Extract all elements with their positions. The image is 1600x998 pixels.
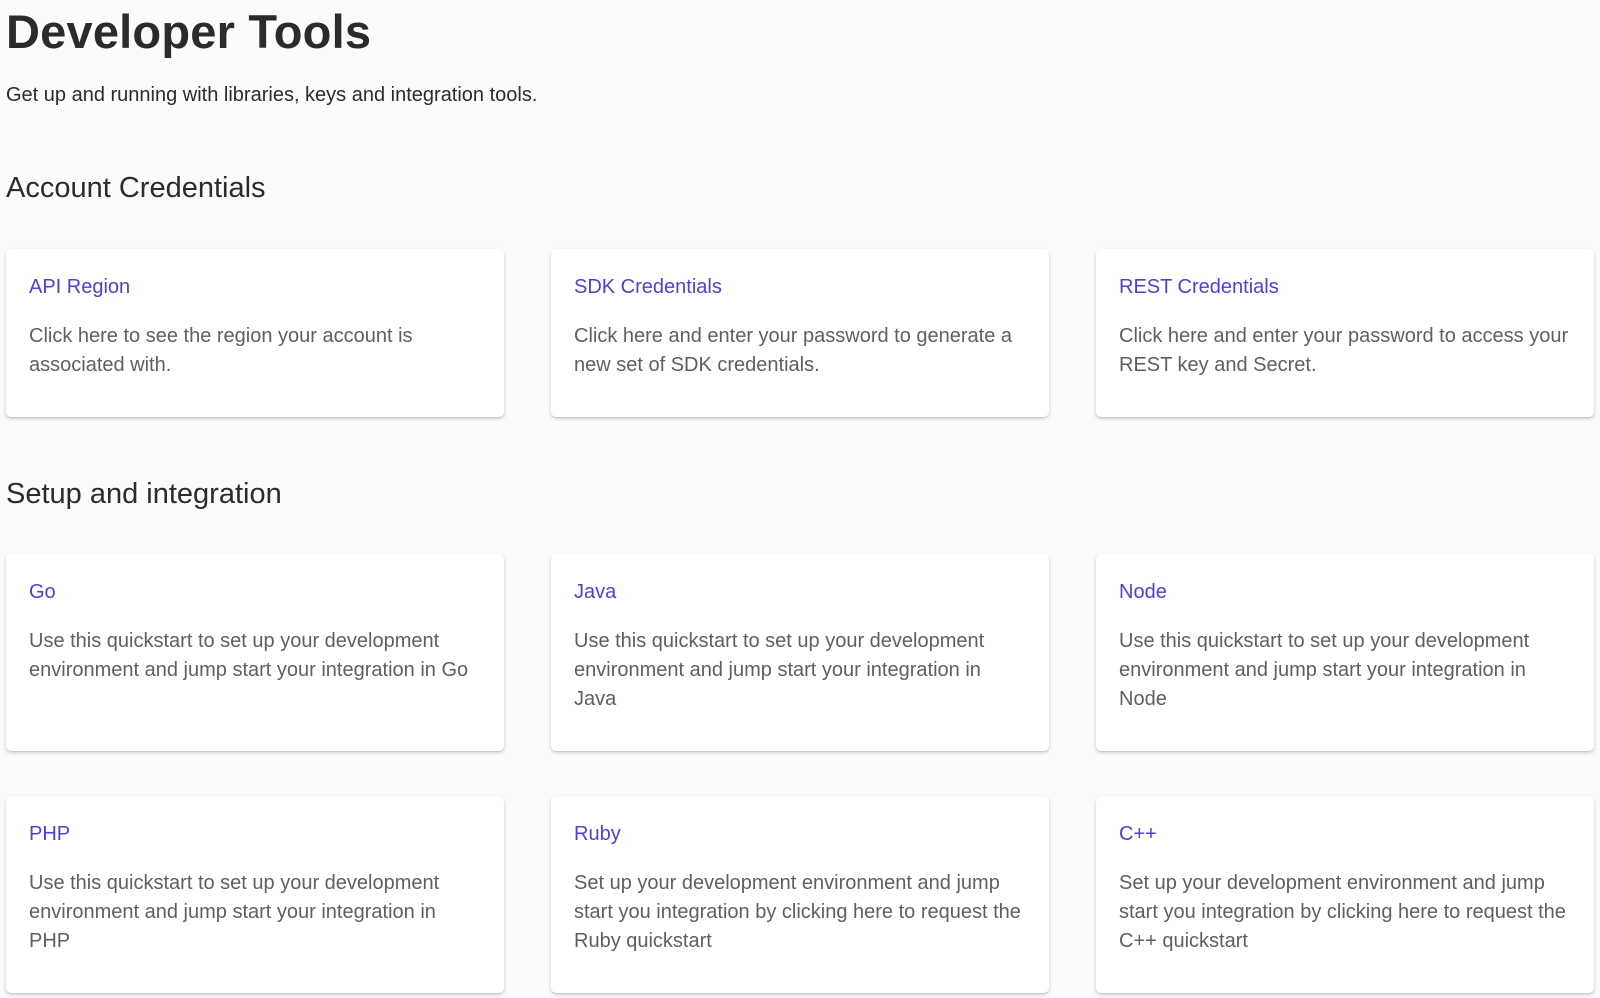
card-api-region[interactable]: API Region Click here to see the region … — [6, 249, 504, 417]
card-title-link[interactable]: SDK Credentials — [574, 274, 1025, 300]
card-title-link[interactable]: Go — [29, 579, 480, 605]
setup-integration-grid: Go Use this quickstart to set up your de… — [6, 554, 1594, 993]
card-node-quickstart[interactable]: Node Use this quickstart to set up your … — [1096, 554, 1594, 751]
section-title-account-credentials: Account Credentials — [6, 172, 266, 204]
card-ruby-quickstart[interactable]: Ruby Set up your development environment… — [551, 796, 1049, 993]
card-title-link[interactable]: Ruby — [574, 821, 1025, 847]
card-description: Click here and enter your password to ge… — [574, 325, 1013, 376]
card-title-link[interactable]: Node — [1119, 579, 1570, 605]
page-title: Developer Tools — [6, 5, 372, 58]
card-description: Use this quickstart to set up your devel… — [29, 630, 469, 681]
card-title-link[interactable]: Java — [574, 579, 1025, 605]
card-title-link[interactable]: API Region — [29, 274, 480, 300]
card-description: Use this quickstart to set up your devel… — [29, 872, 440, 952]
card-description: Click here to see the region your accoun… — [29, 325, 413, 376]
page-subtitle: Get up and running with libraries, keys … — [6, 84, 538, 106]
card-title-link[interactable]: PHP — [29, 821, 480, 847]
card-cpp-quickstart[interactable]: C++ Set up your development environment … — [1096, 796, 1594, 993]
card-description: Set up your development environment and … — [1119, 872, 1566, 952]
section-title-setup-and-integration: Setup and integration — [6, 478, 282, 510]
card-rest-credentials[interactable]: REST Credentials Click here and enter yo… — [1096, 249, 1594, 417]
card-title-link[interactable]: C++ — [1119, 821, 1570, 847]
card-go-quickstart[interactable]: Go Use this quickstart to set up your de… — [6, 554, 504, 751]
card-sdk-credentials[interactable]: SDK Credentials Click here and enter you… — [551, 249, 1049, 417]
card-description: Click here and enter your password to ac… — [1119, 325, 1569, 376]
card-php-quickstart[interactable]: PHP Use this quickstart to set up your d… — [6, 796, 504, 993]
card-description: Use this quickstart to set up your devel… — [574, 630, 985, 710]
card-description: Set up your development environment and … — [574, 872, 1021, 952]
card-title-link[interactable]: REST Credentials — [1119, 274, 1570, 300]
account-credentials-grid: API Region Click here to see the region … — [6, 249, 1594, 417]
card-description: Use this quickstart to set up your devel… — [1119, 630, 1530, 710]
card-java-quickstart[interactable]: Java Use this quickstart to set up your … — [551, 554, 1049, 751]
